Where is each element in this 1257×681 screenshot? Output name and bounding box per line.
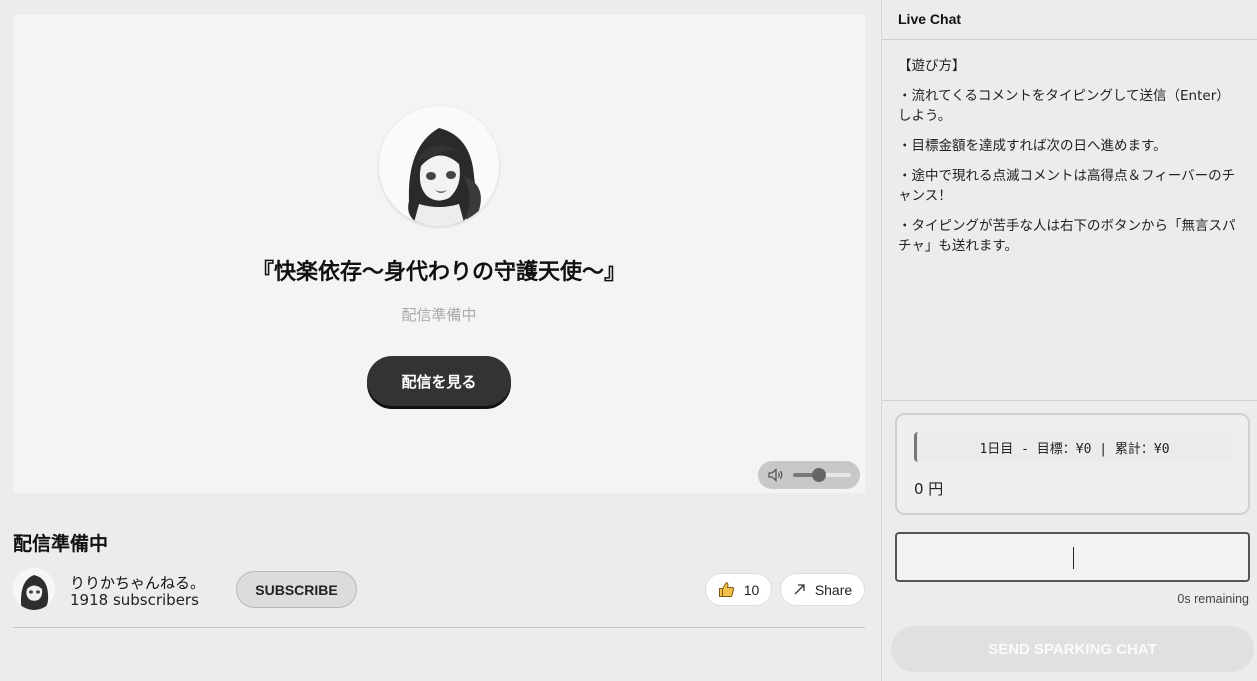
chat-input[interactable] (895, 532, 1250, 582)
chat-header: Live Chat (882, 0, 1257, 40)
amount-display: 0 円 (914, 480, 944, 498)
app-root: 『快楽依存〜身代わりの守護天使〜』 配信準備中 配信を見る 配信準備中 りりかち… (0, 0, 1257, 681)
chat-message-list: 【遊び方】 ・流れてくるコメントをタイピングして送信（Enter）しよう。 ・目… (898, 56, 1243, 266)
video-title: 配信準備中 (13, 533, 109, 555)
video-player[interactable]: 『快楽依存〜身代わりの守護天使〜』 配信準備中 配信を見る (13, 15, 865, 493)
watch-stream-button[interactable]: 配信を見る (367, 356, 511, 406)
divider (882, 400, 1257, 401)
chat-message: 【遊び方】 (898, 58, 966, 74)
like-button[interactable]: 10 (705, 573, 772, 606)
divider (13, 627, 865, 628)
share-button[interactable]: Share (780, 573, 865, 606)
volume-thumb[interactable] (812, 468, 827, 482)
stream-status: 配信準備中 (401, 306, 477, 324)
chat-message: ・途中で現れる点滅コメントは高得点＆フィーバーのチャンス！ (898, 168, 1236, 204)
chat-message: ・タイピングが苦手な人は右下のボタンから「無言スパチャ」も送れます。 (898, 218, 1236, 254)
stream-title: 『快楽依存〜身代わりの守護天使〜』 (251, 260, 626, 285)
channel-avatar[interactable] (13, 568, 55, 610)
chat-message: ・目標金額を達成すれば次の日へ進めます。 (898, 138, 1167, 154)
thumbs-up-icon (718, 582, 734, 597)
subscriber-count: 1918 subscribers (70, 591, 199, 609)
time-remaining: 0s remaining (1177, 592, 1249, 606)
speaker-icon[interactable] (767, 466, 785, 484)
send-sparking-chat-button[interactable]: SEND SPARKING CHAT (891, 626, 1254, 672)
goal-status-box: 1日目 - 目標：¥0 | 累計：¥0 0 円 (895, 413, 1250, 515)
text-cursor (1073, 547, 1074, 569)
volume-control[interactable] (758, 461, 860, 489)
streamer-avatar (379, 106, 499, 226)
live-chat-panel: Live Chat 【遊び方】 ・流れてくるコメントをタイピングして送信（Ent… (881, 0, 1257, 681)
subscribe-button[interactable]: SUBSCRIBE (236, 571, 357, 608)
like-count: 10 (743, 581, 760, 598)
share-label: Share (814, 581, 853, 598)
goal-status-line: 1日目 - 目標：¥0 | 累計：¥0 (914, 432, 1232, 462)
chat-message: ・流れてくるコメントをタイピングして送信（Enter）しよう。 (898, 88, 1230, 124)
channel-name[interactable]: りりかちゃんねる。 (70, 572, 205, 593)
share-arrow-icon (794, 584, 805, 595)
volume-slider[interactable] (793, 468, 851, 482)
